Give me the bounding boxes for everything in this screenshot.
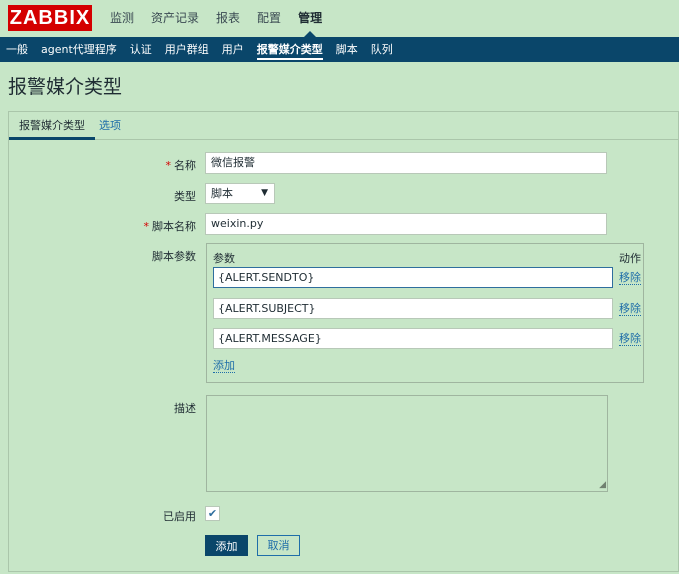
- main-nav-administration[interactable]: 管理: [298, 0, 322, 37]
- tab-bar: 报警媒介类型 选项: [9, 112, 678, 140]
- required-marker: *: [143, 220, 150, 233]
- action-header: 动作: [619, 252, 641, 265]
- main-nav-monitoring[interactable]: 监测: [110, 0, 134, 37]
- name-label: * 名称: [165, 159, 197, 172]
- enabled-label: 已启用: [163, 510, 196, 523]
- type-label: 类型: [174, 190, 196, 203]
- enabled-checkbox[interactable]: ✔: [205, 506, 220, 521]
- sub-nav-media-types[interactable]: 报警媒介类型: [256, 37, 323, 62]
- param-input[interactable]: {ALERT.MESSAGE}: [213, 328, 613, 349]
- params-header: 参数: [213, 252, 235, 265]
- tab-media-type[interactable]: 报警媒介类型: [9, 112, 95, 140]
- description-textarea[interactable]: ◢: [206, 395, 608, 492]
- script-params-label: 脚本参数: [152, 250, 196, 263]
- main-nav-inventory[interactable]: 资产记录: [151, 0, 199, 37]
- name-input[interactable]: 微信报警: [205, 152, 607, 174]
- sub-nav-general[interactable]: 一般: [6, 37, 28, 62]
- main-nav: 监测 资产记录 报表 配置 管理: [110, 0, 339, 37]
- required-marker: *: [165, 159, 172, 172]
- zabbix-logo[interactable]: ZABBIX: [8, 5, 92, 31]
- resize-handle-icon[interactable]: ◢: [599, 481, 606, 490]
- remove-param-link[interactable]: 移除: [619, 332, 641, 346]
- type-select[interactable]: 脚本 ▼: [205, 183, 275, 204]
- script-name-label: * 脚本名称: [143, 220, 197, 233]
- add-param-link[interactable]: 添加: [213, 359, 235, 373]
- page-title: 报警媒介类型: [8, 76, 123, 98]
- description-label: 描述: [174, 402, 196, 415]
- param-input[interactable]: {ALERT.SENDTO}: [213, 267, 613, 288]
- sub-nav: 一般 agent代理程序 认证 用户群组 用户 报警媒介类型 脚本 队列: [0, 37, 679, 62]
- sub-nav-proxies[interactable]: agent代理程序: [41, 37, 117, 62]
- cancel-button[interactable]: 取消: [257, 535, 300, 556]
- sub-nav-users[interactable]: 用户: [222, 37, 244, 62]
- sub-nav-user-groups[interactable]: 用户群组: [165, 37, 209, 62]
- script-name-input[interactable]: weixin.py: [205, 213, 607, 235]
- param-input[interactable]: {ALERT.SUBJECT}: [213, 298, 613, 319]
- remove-param-link[interactable]: 移除: [619, 271, 641, 285]
- top-bar: ZABBIX 监测 资产记录 报表 配置 管理: [0, 0, 679, 37]
- sub-nav-queue[interactable]: 队列: [371, 37, 393, 62]
- main-nav-reports[interactable]: 报表: [216, 0, 240, 37]
- caret-down-icon: ▼: [261, 188, 268, 198]
- tab-options[interactable]: 选项: [99, 112, 121, 140]
- sub-nav-scripts[interactable]: 脚本: [336, 37, 358, 62]
- add-button[interactable]: 添加: [205, 535, 248, 556]
- checkmark-icon: ✔: [207, 507, 218, 520]
- main-nav-configuration[interactable]: 配置: [257, 0, 281, 37]
- sub-nav-authentication[interactable]: 认证: [130, 37, 152, 62]
- remove-param-link[interactable]: 移除: [619, 302, 641, 316]
- script-params-table: 参数 动作 {ALERT.SENDTO} 移除 {ALERT.SUBJECT} …: [206, 243, 644, 383]
